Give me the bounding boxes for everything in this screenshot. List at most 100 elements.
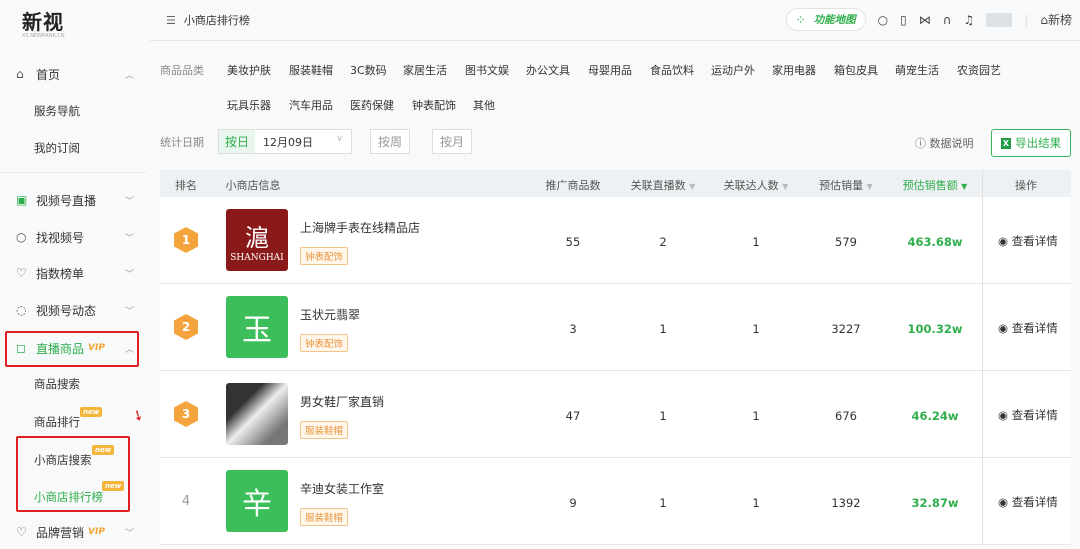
lives-count: 1	[659, 496, 667, 510]
col-shop-info: 小商店信息	[225, 179, 281, 192]
view-details-link[interactable]: ◉ 查看详情	[998, 494, 1058, 510]
shop-name[interactable]: 辛迪女装工作室	[300, 480, 384, 497]
red-arrow-icon: ➘	[128, 406, 147, 426]
mobile-icon[interactable]: ▯	[900, 13, 907, 27]
category-tag: 钟表配饰	[300, 247, 349, 265]
new-badge: new	[80, 407, 103, 417]
col-lives[interactable]: 关联直播数 ▼	[631, 177, 696, 193]
table-header: 排名 小商店信息 推广商品数 关联直播数 ▼ 关联达人数 ▼ 预估销量 ▼ 预估…	[160, 170, 1071, 197]
nav-home[interactable]: ⌂ 首页 ︿	[0, 57, 146, 91]
home-icon: ⌂	[1040, 13, 1048, 27]
view-details-link[interactable]: ◉ 查看详情	[998, 407, 1058, 423]
category-tag: 服装鞋帽	[300, 508, 349, 526]
influencers-count: 1	[752, 235, 760, 249]
category-item[interactable]: 医药保健	[350, 97, 394, 113]
sidebar: 新视 XS.NEWRANK.CN ⌂ 首页 ︿ 服务导航 我的订阅 ▣ 视频号直播 ﹀ ○…	[0, 0, 147, 549]
export-button[interactable]: X 导出结果	[991, 129, 1071, 157]
category-item[interactable]: 农资园艺	[957, 62, 1001, 78]
nav-goods-rank[interactable]: 商品排行	[34, 414, 80, 430]
nav-index-rank[interactable]: ♡ 指数榜单 ﹀	[0, 256, 146, 290]
category-item[interactable]: 运动户外	[711, 62, 755, 78]
nav-my-subscription[interactable]: 我的订阅	[34, 140, 80, 156]
col-sales-amount[interactable]: 预估销售额 ▼	[903, 177, 968, 193]
logo[interactable]: 新视 XS.NEWRANK.CN	[22, 6, 65, 39]
nav-service-nav[interactable]: 服务导航	[34, 103, 80, 119]
category-item[interactable]: 萌宠生活	[895, 62, 939, 78]
category-item[interactable]: 钟表配饰	[412, 97, 456, 113]
rank-medal-icon: 2	[174, 314, 198, 340]
table-row: 3 男女鞋厂家直销 服装鞋帽 47 1 1 676 46.24w ◉ 查看详情	[160, 371, 1071, 458]
nav-find-video[interactable]: ○ 找视频号 ﹀	[0, 220, 146, 254]
view-details-link[interactable]: ◉ 查看详情	[998, 320, 1058, 336]
category-tag: 服装鞋帽	[300, 421, 349, 439]
category-tag: 钟表配饰	[300, 334, 349, 352]
col-influencers[interactable]: 关联达人数 ▼	[724, 177, 789, 193]
headset-icon[interactable]: ∩	[943, 13, 952, 27]
grid-icon: ⁘	[795, 12, 806, 27]
category-item[interactable]: 箱包皮具	[834, 62, 878, 78]
avatar[interactable]	[986, 12, 1013, 27]
sales-amount: 46.24w	[911, 409, 959, 423]
shop-name[interactable]: 男女鞋厂家直销	[300, 393, 384, 410]
menu-icon[interactable]: ☰	[166, 14, 176, 27]
category-item[interactable]: 服装鞋帽	[289, 62, 333, 78]
live-icon: ▣	[16, 193, 28, 207]
category-item[interactable]: 美妆护肤	[227, 62, 271, 78]
sales-amount: 100.32w	[907, 322, 963, 336]
shop-thumbnail[interactable]: 滬 SHANGHAI	[226, 209, 288, 271]
sort-icon: ▼	[782, 182, 789, 191]
shop-name[interactable]: 上海牌手表在线精品店	[300, 219, 420, 236]
table-row: 2 玉 玉状元翡翠 钟表配饰 3 1 1 3227 100.32w ◉ 查看详情	[160, 284, 1071, 371]
influencers-count: 1	[752, 409, 760, 423]
category-item[interactable]: 食品饮料	[650, 62, 694, 78]
nav-video-feed[interactable]: ◌ 视频号动态 ﹀	[0, 293, 146, 327]
nav-goods-search[interactable]: 商品搜索	[34, 376, 80, 392]
lives-count: 1	[659, 409, 667, 423]
category-item[interactable]: 图书文娱	[465, 62, 509, 78]
by-day-button[interactable]: 按日	[219, 130, 256, 153]
chevron-down-icon: ﹀	[124, 233, 134, 244]
category-item[interactable]: 3C数码	[350, 62, 387, 78]
flame-icon: ◌	[16, 303, 27, 317]
shop-thumbnail[interactable]: 辛	[226, 470, 288, 532]
sales-qty: 3227	[831, 322, 861, 336]
category-item[interactable]: 其他	[473, 97, 495, 113]
bell-icon[interactable]: ♫	[964, 13, 975, 27]
category-item[interactable]: 母婴用品	[588, 62, 632, 78]
highlight-box	[16, 436, 130, 512]
category-item[interactable]: 汽车用品	[289, 97, 333, 113]
category-item[interactable]: 办公文具	[526, 62, 570, 78]
bow-icon[interactable]: ⋈	[919, 13, 931, 27]
nav-video-live[interactable]: ▣ 视频号直播 ﹀	[0, 183, 146, 217]
nav-brand-marketing[interactable]: ♡ 品牌营销 VIP ﹀	[0, 515, 146, 549]
shop-thumbnail[interactable]	[226, 383, 288, 445]
function-map-button[interactable]: ⁘ 功能地图	[785, 8, 866, 31]
data-info-link[interactable]: ⓘ 数据说明	[915, 135, 974, 151]
highlight-box	[5, 331, 139, 367]
chevron-down-icon: ﹀	[124, 269, 134, 280]
sort-icon: ▼	[689, 182, 696, 191]
shop-name[interactable]: 玉状元翡翠	[300, 306, 360, 323]
products-count: 9	[569, 496, 577, 510]
by-month-button[interactable]: 按月	[432, 129, 473, 154]
shop-thumbnail[interactable]: 玉	[226, 296, 288, 358]
products-count: 3	[569, 322, 577, 336]
category-item[interactable]: 家居生活	[403, 62, 447, 78]
date-select[interactable]: 12月09日 ∨	[255, 134, 351, 150]
rank-medal-icon: 1	[174, 227, 198, 253]
question-icon: ⓘ	[915, 137, 930, 150]
search-icon[interactable]: ○	[878, 13, 888, 27]
by-week-button[interactable]: 按周	[370, 129, 411, 154]
col-sales-qty[interactable]: 预估销量 ▼	[819, 177, 873, 193]
eye-icon: ◉	[998, 408, 1012, 422]
view-details-link[interactable]: ◉ 查看详情	[998, 233, 1058, 249]
eye-icon: ◉	[998, 495, 1012, 509]
col-action: 操作	[1015, 179, 1037, 192]
date-filter: 统计日期 按日 12月09日 ∨ 按周 按月	[160, 129, 473, 154]
top-header: ☰ 小商店排行榜 ⁘ 功能地图 ○ ▯ ⋈ ∩ ♫ | ⌂新榜	[150, 0, 1080, 41]
lives-count: 1	[659, 322, 667, 336]
category-item[interactable]: 家用电器	[772, 62, 816, 78]
chevron-down-icon: ﹀	[124, 306, 134, 317]
home-link[interactable]: ⌂新榜	[1040, 11, 1072, 28]
category-item[interactable]: 玩具乐器	[227, 97, 271, 113]
